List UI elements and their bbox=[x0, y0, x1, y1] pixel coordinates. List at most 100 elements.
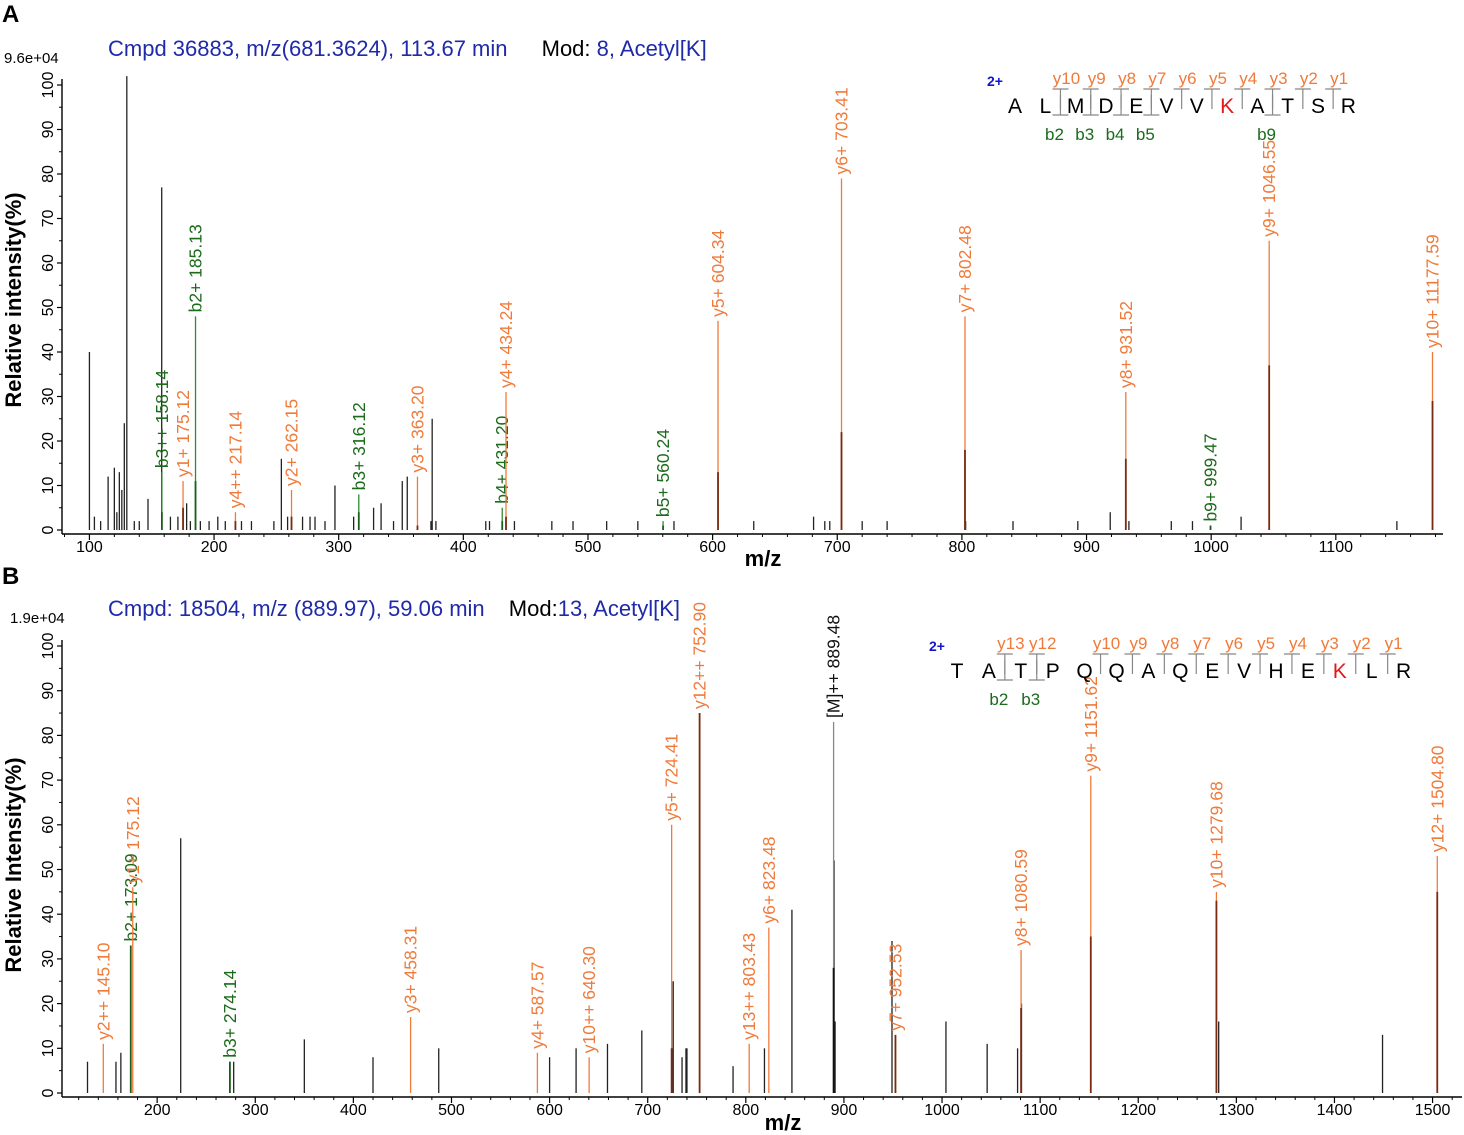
panel-b-residue: P bbox=[1046, 660, 1060, 683]
panel-b-b-ion-label: b3 bbox=[1021, 690, 1040, 709]
panel-b-xtick-label: 500 bbox=[438, 1102, 465, 1119]
panel-a-y-ion-label: y3 bbox=[1270, 69, 1288, 88]
panel-b-residue: L bbox=[1366, 660, 1378, 683]
panel-a-cmpd: Cmpd 36883, m/z(681.3624), 113.67 min bbox=[108, 36, 508, 61]
panel-b-peak-label: y12++ 752.90 bbox=[690, 602, 710, 709]
panel-a-b-ion-label: b2 bbox=[1045, 125, 1064, 144]
panel-a-y-ion-label: y8 bbox=[1118, 69, 1136, 88]
panel-b-peak-label: y7+ 952.53 bbox=[885, 944, 905, 1031]
panel-a-ytick-label: 20 bbox=[40, 432, 57, 450]
panel-b-xtick-label: 200 bbox=[144, 1102, 171, 1119]
panel-b-y-bracket bbox=[1283, 653, 1300, 674]
panel-a-xtick-label: 500 bbox=[575, 539, 602, 556]
panel-a-y-bracket bbox=[1325, 88, 1342, 109]
panel-b-peak-label: y9+ 1151.62 bbox=[1081, 676, 1101, 772]
panel-a-residue: V bbox=[1159, 95, 1173, 118]
panel-b-y-ion-label: y6 bbox=[1225, 634, 1243, 653]
panel-b-y-bracket bbox=[1347, 653, 1364, 674]
panel-b-xtick-label: 1400 bbox=[1317, 1102, 1353, 1119]
panel-b-ylabel: Relative Intensity(%) bbox=[1, 757, 26, 972]
panel-a-residue: A bbox=[1250, 95, 1264, 118]
panel-b-mod-prefix: Mod: bbox=[509, 596, 558, 621]
panel-b-y-bracket bbox=[1379, 653, 1396, 674]
panel-b-residue: V bbox=[1237, 660, 1251, 683]
panel-b-peak-label: y8+ 1080.59 bbox=[1011, 849, 1031, 946]
panel-a-y-ion-label: y1 bbox=[1330, 69, 1348, 88]
panel-b-peak-label: y4+ 587.57 bbox=[527, 962, 547, 1049]
panel-b-ytick-label: 30 bbox=[40, 950, 57, 968]
panel-b-b-bracket bbox=[1028, 660, 1045, 681]
panel-a-y-ion-label: y6 bbox=[1179, 69, 1197, 88]
panel-a-ytick-label: 90 bbox=[40, 121, 57, 139]
panel-b-ytick-label: 60 bbox=[40, 816, 57, 834]
panel-a-ytick-label: 30 bbox=[40, 388, 57, 406]
panel-a-xtick-label: 700 bbox=[824, 539, 851, 556]
panel-a-residue: V bbox=[1190, 95, 1204, 118]
panel-b-peak-label: [M]++ 889.48 bbox=[824, 615, 844, 718]
panel-b-y-bracket bbox=[1124, 653, 1141, 674]
panel-b-y-ion-label: y1 bbox=[1385, 634, 1403, 653]
panel-b-y-ion-label: y7 bbox=[1193, 634, 1211, 653]
panel-b-y-bracket bbox=[1315, 653, 1332, 674]
panel-b-cmpd: Cmpd: 18504, m/z (889.97), 59.06 min bbox=[108, 596, 485, 621]
panel-a-ytick-label: 100 bbox=[40, 72, 57, 99]
panel-a-ylabel: Relative intensity(%) bbox=[1, 192, 26, 407]
panel-a-letter: A bbox=[2, 1, 19, 28]
panel-a-ytick-label: 10 bbox=[40, 477, 57, 495]
panel-b-xlabel: m/z bbox=[765, 1110, 802, 1135]
panel-a-peak-label: b2+ 185.13 bbox=[186, 224, 206, 312]
panel-a-y-bracket bbox=[1234, 88, 1251, 109]
panel-b-peak-label: y2++ 145.10 bbox=[93, 942, 113, 1040]
panel-a-mod-prefix: Mod: bbox=[542, 36, 597, 61]
panel-b-letter: B bbox=[2, 563, 19, 590]
panel-b-residue: K bbox=[1333, 660, 1347, 683]
panel-b-y-ion-label: y13 bbox=[997, 634, 1024, 653]
panel-a-y-bracket bbox=[1294, 88, 1311, 109]
panel-b-scale: 1.9e+04 bbox=[10, 610, 65, 627]
panel-a-residue: D bbox=[1098, 95, 1113, 118]
panel-a-ytick-label: 70 bbox=[40, 210, 57, 228]
panel-b-residue: Q bbox=[1108, 660, 1124, 683]
panel-b-charge-state: 2+ bbox=[929, 638, 945, 654]
panel-b-peak-label: b3+ 274.14 bbox=[220, 969, 240, 1057]
panel-b-y-ion-label: y2 bbox=[1353, 634, 1371, 653]
panel-a-peak-label: y10+ 11177.59 bbox=[1423, 234, 1443, 348]
panel-b-plot: 0 10 20 30 40 50 60 70 80 90 100 200 300 400 500 600 700… bbox=[40, 602, 1462, 1119]
panel-a-b-bracket bbox=[1264, 95, 1281, 116]
panel-b-ytick-label: 0 bbox=[40, 1088, 57, 1097]
panel-a-peak-label: y9+ 1046.55 bbox=[1259, 140, 1279, 237]
panel-a-y-ion-label: y10 bbox=[1053, 69, 1080, 88]
panel-b-peak-label: y10++ 640.30 bbox=[579, 946, 599, 1053]
panel-b-residue: E bbox=[1301, 660, 1315, 683]
panel-a-residue: L bbox=[1039, 95, 1051, 118]
panel-b-ytick-label: 100 bbox=[40, 633, 57, 660]
panel-a-xtick-label: 600 bbox=[699, 539, 726, 556]
panel-b-ytick-label: 70 bbox=[40, 771, 57, 789]
spectra-figure: A 9.6e+04 Cmpd 36883, m/z(681.3624), 113… bbox=[0, 0, 1464, 1135]
panel-b-y-ion-label: y9 bbox=[1129, 634, 1147, 653]
panel-a-header: Cmpd 36883, m/z(681.3624), 113.67 min Mo… bbox=[108, 36, 707, 61]
panel-b-residue: A bbox=[1141, 660, 1155, 683]
panel-b-b-bracket bbox=[996, 660, 1013, 681]
panel-a-peak-label: y3+ 363.20 bbox=[407, 385, 427, 472]
panel-a-b-ion-label: b9 bbox=[1257, 125, 1276, 144]
panel-a-xlabel: m/z bbox=[745, 546, 782, 571]
panel-a-charge-state: 2+ bbox=[987, 73, 1003, 89]
panel-b-xtick-label: 1100 bbox=[1023, 1102, 1058, 1119]
panel-a-ytick-label: 0 bbox=[40, 525, 57, 534]
panel-a-peak-label: b4+ 431.20 bbox=[492, 415, 512, 503]
panel-a-peak-label: y7+ 802.48 bbox=[955, 225, 975, 312]
panel-b-b-ion-label: b2 bbox=[989, 690, 1008, 709]
panel-b-residue: Q bbox=[1172, 660, 1188, 683]
panel-b-xtick-label: 1500 bbox=[1415, 1102, 1451, 1119]
panel-a-ytick-label: 40 bbox=[40, 343, 57, 361]
panel-b-y-bracket bbox=[1252, 653, 1269, 674]
panel-b-y-ion-label: y4 bbox=[1289, 634, 1307, 653]
panel-a-residue: E bbox=[1129, 95, 1143, 118]
panel-b-ytick-label: 20 bbox=[40, 995, 57, 1013]
panel-b-y-ion-label: y12 bbox=[1029, 634, 1056, 653]
panel-b-y-ion-label: y10 bbox=[1093, 634, 1120, 653]
panel-a-ytick-label: 60 bbox=[40, 254, 57, 272]
panel-b-ytick-label: 10 bbox=[40, 1039, 57, 1057]
panel-a-y-bracket bbox=[1203, 88, 1220, 109]
